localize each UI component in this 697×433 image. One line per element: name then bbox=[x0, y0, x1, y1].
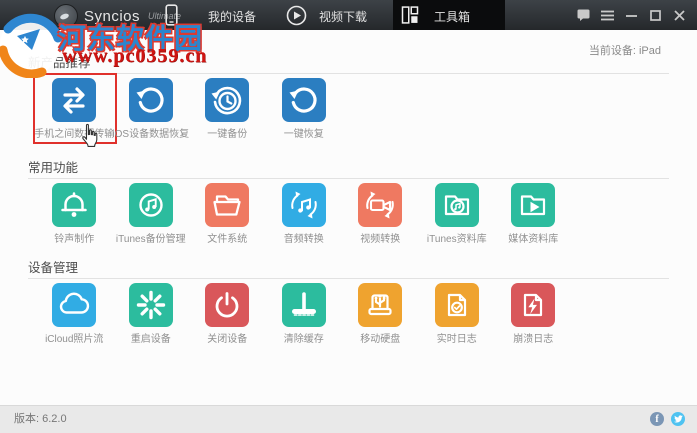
tile-row: 铃声制作 iTunes备份管理 文件系统 音频转换 视频转换 iTunes资料库 媒体资料库 bbox=[36, 183, 669, 246]
tile-label: iTunes备份管理 bbox=[115, 234, 186, 245]
restart-icon bbox=[128, 283, 173, 327]
tile-label: iCloud照片流 bbox=[45, 334, 104, 345]
tile-label: 音频转换 bbox=[283, 234, 324, 245]
close-icon[interactable] bbox=[672, 8, 687, 23]
brand: Syncios Ultimate bbox=[54, 4, 181, 28]
tile-label: iTunes资料库 bbox=[426, 234, 487, 245]
play-icon bbox=[286, 5, 307, 31]
restore-circle-icon bbox=[281, 78, 326, 122]
version-label: 版本: 6.2.0 bbox=[14, 413, 67, 425]
section-title: 常用功能 bbox=[28, 161, 79, 175]
tab-toolbox-label: 工具箱 bbox=[434, 10, 471, 24]
video-convert-icon bbox=[358, 183, 403, 227]
tool-backup-clock[interactable]: 一键备份 bbox=[189, 78, 266, 141]
power-icon bbox=[205, 283, 250, 327]
tile-label: iOS设备数据恢复 bbox=[112, 129, 190, 140]
transfer-arrows-icon bbox=[52, 78, 97, 122]
section-divider bbox=[28, 73, 669, 74]
cursor-pointer-icon bbox=[80, 123, 99, 147]
tab-toolbox[interactable]: 工具箱 bbox=[393, 0, 505, 30]
tool-restore-arrow[interactable]: iOS设备数据恢复 bbox=[112, 78, 190, 141]
tool-itunes-music[interactable]: iTunes备份管理 bbox=[113, 183, 190, 246]
tile-row: iCloud照片流 重启设备 关闭设备 清除缓存 移动硬盘 实时日志 崩溃日志 bbox=[36, 283, 669, 346]
section-divider bbox=[28, 278, 669, 279]
tool-transfer-arrows[interactable]: 手机之间数据传输 bbox=[33, 73, 117, 147]
social-links: f bbox=[650, 412, 685, 426]
tile-label: 手机之间数据传输 bbox=[34, 129, 115, 140]
chat-icon[interactable] bbox=[576, 8, 591, 23]
tile-label: 崩溃日志 bbox=[513, 334, 554, 345]
titlebar: Syncios Ultimate 我的设备 视频下载 工具箱 bbox=[0, 0, 697, 30]
tool-restore-circle[interactable]: 一键恢复 bbox=[266, 78, 343, 141]
tool-realtime-log[interactable]: 实时日志 bbox=[419, 283, 496, 346]
clear-cache-icon bbox=[281, 283, 326, 327]
section-divider bbox=[28, 178, 669, 179]
syncios-logo-icon bbox=[54, 4, 78, 28]
icloud-photos-icon bbox=[52, 283, 97, 327]
tile-label: 文件系统 bbox=[207, 234, 248, 245]
main-content: 当前设备: iPad 新产品推荐 手机之间数据传输 iOS设备数据恢复 一键备份 一键恢… bbox=[0, 30, 697, 406]
section-0: 新产品推荐手机之间数据传输 iOS设备数据恢复 一键备份 一键恢复 bbox=[28, 56, 669, 147]
bell-icon bbox=[52, 183, 97, 227]
tool-icloud-photos[interactable]: iCloud照片流 bbox=[36, 283, 113, 346]
tool-bell[interactable]: 铃声制作 bbox=[36, 183, 113, 246]
tile-label: 关闭设备 bbox=[207, 334, 248, 345]
media-library-icon bbox=[511, 183, 556, 227]
tool-itunes-library[interactable]: iTunes资料库 bbox=[419, 183, 496, 246]
tool-video-convert[interactable]: 视频转换 bbox=[342, 183, 419, 246]
brand-name: Syncios bbox=[84, 7, 141, 25]
section-title: 设备管理 bbox=[28, 261, 79, 275]
twitter-icon[interactable] bbox=[671, 412, 685, 426]
realtime-log-icon bbox=[434, 283, 479, 327]
tab-my-devices[interactable]: 我的设备 bbox=[208, 8, 256, 25]
tab-video-download[interactable]: 视频下载 bbox=[319, 8, 367, 25]
tile-label: 一键恢复 bbox=[283, 129, 324, 140]
tile-label: 一键备份 bbox=[207, 129, 248, 140]
window-controls bbox=[576, 0, 687, 30]
minimize-icon[interactable] bbox=[624, 8, 639, 23]
app-window: Syncios Ultimate 我的设备 视频下载 工具箱 当前设备: iPa… bbox=[0, 0, 697, 433]
section-title: 新产品推荐 bbox=[28, 56, 91, 70]
tool-usb-drive[interactable]: 移动硬盘 bbox=[342, 283, 419, 346]
tool-crash-log[interactable]: 崩溃日志 bbox=[495, 283, 572, 346]
section-2: 设备管理 iCloud照片流 重启设备 关闭设备 清除缓存 移动硬盘 实时日志 崩溃日志 bbox=[28, 261, 669, 346]
audio-convert-icon bbox=[281, 183, 326, 227]
usb-drive-icon bbox=[358, 283, 403, 327]
tool-media-library[interactable]: 媒体资料库 bbox=[495, 183, 572, 246]
folder-icon bbox=[205, 183, 250, 227]
tool-restart[interactable]: 重启设备 bbox=[113, 283, 190, 346]
restore-arrow-icon bbox=[128, 78, 173, 122]
tile-label: 视频转换 bbox=[360, 234, 401, 245]
menu-icon[interactable] bbox=[600, 8, 615, 23]
grid-icon bbox=[400, 5, 420, 30]
tile-label: 移动硬盘 bbox=[360, 334, 401, 345]
facebook-icon[interactable]: f bbox=[650, 412, 664, 426]
itunes-library-icon bbox=[434, 183, 479, 227]
tile-label: 铃声制作 bbox=[54, 234, 95, 245]
crash-log-icon bbox=[511, 283, 556, 327]
backup-clock-icon bbox=[205, 78, 250, 122]
tile-label: 实时日志 bbox=[436, 334, 477, 345]
section-1: 常用功能铃声制作 iTunes备份管理 文件系统 音频转换 视频转换 iTunes资料库 媒… bbox=[28, 161, 669, 246]
maximize-icon[interactable] bbox=[648, 8, 663, 23]
tool-folder[interactable]: 文件系统 bbox=[189, 183, 266, 246]
tile-label: 重启设备 bbox=[130, 334, 171, 345]
status-bar: 版本: 6.2.0 f bbox=[0, 405, 697, 433]
tile-label: 媒体资料库 bbox=[508, 234, 559, 245]
tool-audio-convert[interactable]: 音频转换 bbox=[266, 183, 343, 246]
tile-label: 清除缓存 bbox=[283, 334, 324, 345]
itunes-music-icon bbox=[128, 183, 173, 227]
phone-icon bbox=[165, 4, 178, 31]
tool-clear-cache[interactable]: 清除缓存 bbox=[266, 283, 343, 346]
tile-row: 手机之间数据传输 iOS设备数据恢复 一键备份 一键恢复 bbox=[33, 73, 669, 147]
tool-power[interactable]: 关闭设备 bbox=[189, 283, 266, 346]
